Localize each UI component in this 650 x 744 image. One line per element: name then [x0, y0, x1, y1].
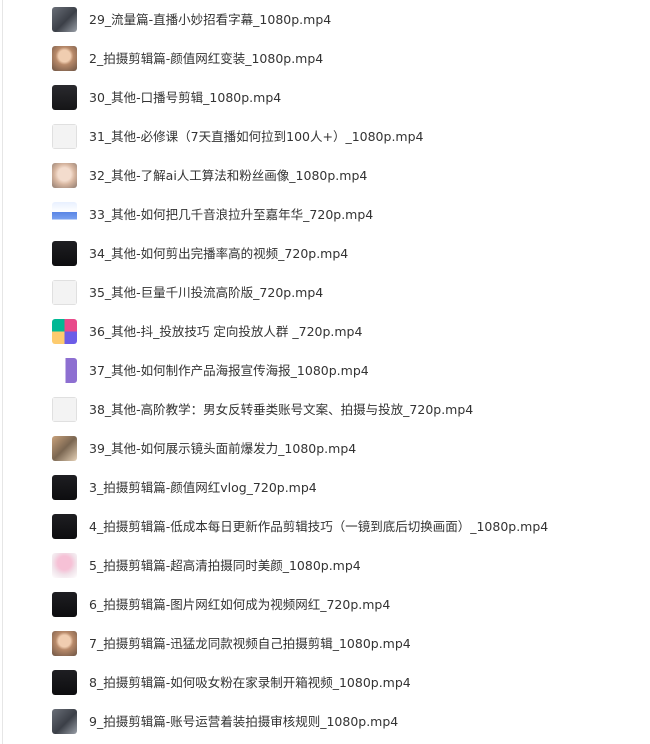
video-thumbnail-icon	[52, 46, 77, 71]
file-row[interactable]: 9_拍摄剪辑篇-账号运营着装拍摄审核规则_1080p.mp4	[0, 702, 650, 741]
file-row[interactable]: 36_其他-抖_投放技巧 定向投放人群 _720p.mp4	[0, 312, 650, 351]
file-name: 2_拍摄剪辑篇-颜值网红变装_1080p.mp4	[89, 51, 324, 66]
file-name: 7_拍摄剪辑篇-迅猛龙同款视频自己拍摄剪辑_1080p.mp4	[89, 636, 411, 651]
file-name: 32_其他-了解ai人工算法和粉丝画像_1080p.mp4	[89, 168, 368, 183]
video-thumbnail-icon	[52, 241, 77, 266]
file-row[interactable]: 3_拍摄剪辑篇-颜值网红vlog_720p.mp4	[0, 468, 650, 507]
file-name: 38_其他-高阶教学：男女反转垂类账号文案、拍摄与投放_720p.mp4	[89, 402, 474, 417]
file-row[interactable]: 39_其他-如何展示镜头面前爆发力_1080p.mp4	[0, 429, 650, 468]
video-thumbnail-icon	[52, 397, 77, 422]
video-thumbnail-icon	[52, 124, 77, 149]
video-thumbnail-icon	[52, 514, 77, 539]
video-thumbnail-icon	[52, 7, 77, 32]
file-name: 34_其他-如何剪出完播率高的视频_720p.mp4	[89, 246, 349, 261]
file-row[interactable]: 7_拍摄剪辑篇-迅猛龙同款视频自己拍摄剪辑_1080p.mp4	[0, 624, 650, 663]
file-name: 4_拍摄剪辑篇-低成本每日更新作品剪辑技巧（一镜到底后切换画面）_1080p.m…	[89, 519, 549, 534]
file-row[interactable]: 32_其他-了解ai人工算法和粉丝画像_1080p.mp4	[0, 156, 650, 195]
file-name: 39_其他-如何展示镜头面前爆发力_1080p.mp4	[89, 441, 357, 456]
video-thumbnail-icon	[52, 358, 77, 383]
file-row[interactable]: 37_其他-如何制作产品海报宣传海报_1080p.mp4	[0, 351, 650, 390]
video-thumbnail-icon	[52, 709, 77, 734]
file-name: 37_其他-如何制作产品海报宣传海报_1080p.mp4	[89, 363, 369, 378]
file-name: 9_拍摄剪辑篇-账号运营着装拍摄审核规则_1080p.mp4	[89, 714, 399, 729]
file-row[interactable]: 35_其他-巨量千川投流高阶版_720p.mp4	[0, 273, 650, 312]
file-row[interactable]: 30_其他-口播号剪辑_1080p.mp4	[0, 78, 650, 117]
video-thumbnail-icon	[52, 475, 77, 500]
file-name: 8_拍摄剪辑篇-如何吸女粉在家录制开箱视频_1080p.mp4	[89, 675, 411, 690]
file-row[interactable]: 4_拍摄剪辑篇-低成本每日更新作品剪辑技巧（一镜到底后切换画面）_1080p.m…	[0, 507, 650, 546]
file-name: 35_其他-巨量千川投流高阶版_720p.mp4	[89, 285, 324, 300]
video-thumbnail-icon	[52, 436, 77, 461]
file-name: 29_流量篇-直播小妙招看字幕_1080p.mp4	[89, 12, 332, 27]
video-thumbnail-icon	[52, 280, 77, 305]
file-row[interactable]: 31_其他-必修课（7天直播如何拉到100人+）_1080p.mp4	[0, 117, 650, 156]
file-row[interactable]: 34_其他-如何剪出完播率高的视频_720p.mp4	[0, 234, 650, 273]
video-thumbnail-icon	[52, 553, 77, 578]
video-thumbnail-icon	[52, 163, 77, 188]
file-name: 3_拍摄剪辑篇-颜值网红vlog_720p.mp4	[89, 480, 317, 495]
file-name: 31_其他-必修课（7天直播如何拉到100人+）_1080p.mp4	[89, 129, 424, 144]
file-name: 33_其他-如何把几千音浪拉升至嘉年华_720p.mp4	[89, 207, 374, 222]
file-row[interactable]: 6_拍摄剪辑篇-图片网红如何成为视频网红_720p.mp4	[0, 585, 650, 624]
file-row[interactable]: 38_其他-高阶教学：男女反转垂类账号文案、拍摄与投放_720p.mp4	[0, 390, 650, 429]
file-row[interactable]: 2_拍摄剪辑篇-颜值网红变装_1080p.mp4	[0, 39, 650, 78]
file-row[interactable]: 29_流量篇-直播小妙招看字幕_1080p.mp4	[0, 0, 650, 39]
video-thumbnail-icon	[52, 85, 77, 110]
video-thumbnail-icon	[52, 670, 77, 695]
video-thumbnail-icon	[52, 202, 77, 227]
file-name: 36_其他-抖_投放技巧 定向投放人群 _720p.mp4	[89, 324, 363, 339]
video-thumbnail-icon	[52, 319, 77, 344]
file-name: 5_拍摄剪辑篇-超高清拍摄同时美颜_1080p.mp4	[89, 558, 361, 573]
video-thumbnail-icon	[52, 631, 77, 656]
file-row[interactable]: 33_其他-如何把几千音浪拉升至嘉年华_720p.mp4	[0, 195, 650, 234]
file-name: 6_拍摄剪辑篇-图片网红如何成为视频网红_720p.mp4	[89, 597, 391, 612]
file-name: 30_其他-口播号剪辑_1080p.mp4	[89, 90, 282, 105]
file-row[interactable]: 5_拍摄剪辑篇-超高清拍摄同时美颜_1080p.mp4	[0, 546, 650, 585]
video-thumbnail-icon	[52, 592, 77, 617]
file-row[interactable]: 8_拍摄剪辑篇-如何吸女粉在家录制开箱视频_1080p.mp4	[0, 663, 650, 702]
